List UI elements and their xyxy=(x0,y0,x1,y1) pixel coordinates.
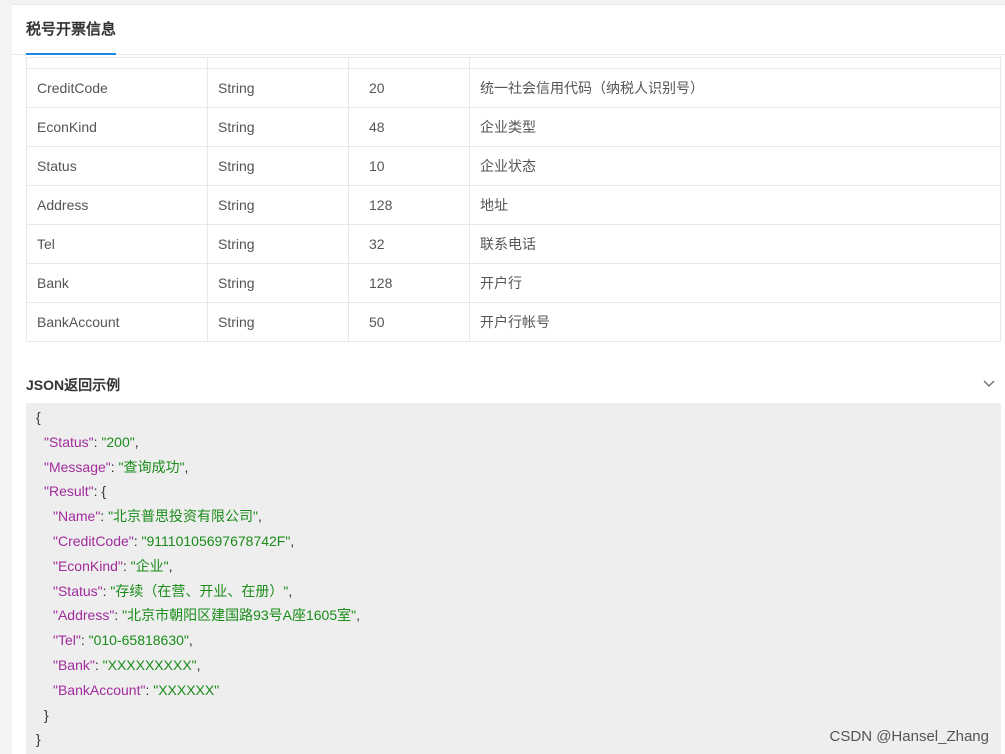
table-row: EconKind String 48 企业类型 xyxy=(26,107,1001,147)
field-desc-cell: 开户行帐号 xyxy=(469,302,1001,342)
code-line: "EconKind": "企业", xyxy=(53,557,173,574)
field-length-cell: 128 xyxy=(348,185,470,225)
field-desc-cell: 统一社会信用代码（纳税人识别号） xyxy=(469,68,1001,108)
field-type-cell: String xyxy=(207,263,349,303)
field-name-cell: Tel xyxy=(26,224,208,264)
json-key: "Result" xyxy=(44,483,94,500)
json-key: "EconKind" xyxy=(53,557,123,574)
field-desc-cell: 开户行 xyxy=(469,263,1001,303)
json-value: "存续（在营、开业、在册）" xyxy=(110,582,289,599)
table-row: BankAccount String 50 开户行帐号 xyxy=(26,302,1001,342)
code-line: "CreditCode": "91110105697678742F", xyxy=(53,532,295,549)
field-length-cell: 10 xyxy=(348,146,470,186)
json-value: "200" xyxy=(101,433,135,450)
field-desc-cell: 地址 xyxy=(469,185,1001,225)
json-key: "Name" xyxy=(53,508,101,525)
field-name-cell: Bank xyxy=(26,263,208,303)
field-table: CreditCode String 20 统一社会信用代码（纳税人识别号） EconKi… xyxy=(26,57,1001,342)
table-row: Tel String 32 联系电话 xyxy=(26,224,1001,264)
section-title: JSON返回示例 xyxy=(26,377,121,393)
table-row: Bank String 128 开户行 xyxy=(26,263,1001,303)
field-type-cell: String xyxy=(207,146,349,186)
code-line: } xyxy=(44,706,49,723)
table-row: Status String 10 企业状态 xyxy=(26,146,1001,186)
json-value: "北京普思投资有限公司" xyxy=(108,508,259,525)
table-row: CreditCode String 20 统一社会信用代码（纳税人识别号） xyxy=(26,68,1001,108)
code-line: "Result": { xyxy=(44,483,107,500)
code-line: "Message": "查询成功", xyxy=(44,458,189,475)
field-length-cell: 50 xyxy=(348,302,470,342)
json-key: "Status" xyxy=(53,582,103,599)
content-panel: 税号开票信息 CreditCode String 20 统一社会信用代码（纳税人识别号… xyxy=(12,4,1005,754)
field-desc-cell: 企业状态 xyxy=(469,146,1001,186)
code-line: "Bank": "XXXXXXXXX", xyxy=(53,656,201,673)
json-key: "Status" xyxy=(44,433,94,450)
field-name-cell: Address xyxy=(26,185,208,225)
field-length-cell: 48 xyxy=(348,107,470,147)
field-name-cell: BankAccount xyxy=(26,302,208,342)
json-key: "Tel" xyxy=(53,632,81,649)
watermark: CSDN @Hansel_Zhang xyxy=(829,728,989,745)
json-key: "Message" xyxy=(44,458,111,475)
chevron-down-icon[interactable] xyxy=(981,375,997,391)
json-key: "Bank" xyxy=(53,656,95,673)
json-value: "XXXXXXXXX" xyxy=(102,656,197,673)
code-line: "Status": "存续（在营、开业、在册）", xyxy=(53,582,293,599)
tab-invoice-info[interactable]: 税号开票信息 xyxy=(26,5,116,55)
table-row-stub xyxy=(26,57,1001,69)
field-name-cell: EconKind xyxy=(26,107,208,147)
json-section-header[interactable]: JSON返回示例 xyxy=(26,369,1001,399)
table-row: Address String 128 地址 xyxy=(26,185,1001,225)
field-length-cell: 128 xyxy=(348,263,470,303)
field-type-cell: String xyxy=(207,302,349,342)
field-desc-cell: 企业类型 xyxy=(469,107,1001,147)
field-length-cell: 20 xyxy=(348,68,470,108)
field-name-cell: Status xyxy=(26,146,208,186)
json-value: "查询成功" xyxy=(118,458,185,475)
field-desc-cell: 联系电话 xyxy=(469,224,1001,264)
json-key: "BankAccount" xyxy=(53,681,146,698)
json-value: "91110105697678742F" xyxy=(141,532,291,549)
field-type-cell: String xyxy=(207,224,349,264)
code-line: "Tel": "010-65818630", xyxy=(53,632,193,649)
json-value: "010-65818630" xyxy=(88,632,189,649)
code-line: { xyxy=(36,409,41,425)
json-key: "CreditCode" xyxy=(53,532,134,549)
field-type-cell: String xyxy=(207,185,349,225)
field-type-cell: String xyxy=(207,68,349,108)
code-line: "BankAccount": "XXXXXX" xyxy=(53,681,220,698)
code-line: "Status": "200", xyxy=(44,433,139,450)
field-length-cell: 32 xyxy=(348,224,470,264)
code-line: "Name": "北京普思投资有限公司", xyxy=(53,508,262,525)
code-line: "Address": "北京市朝阳区建国路93号A座1605室", xyxy=(53,607,360,624)
json-code-block: {"Status": "200", "Message": "查询成功", "Resu… xyxy=(26,403,1001,754)
json-value: "北京市朝阳区建国路93号A座1605室" xyxy=(122,607,357,624)
json-value: "企业" xyxy=(130,557,169,574)
json-key: "Address" xyxy=(53,607,115,624)
field-name-cell: CreditCode xyxy=(26,68,208,108)
json-value: "XXXXXX" xyxy=(153,681,220,698)
field-type-cell: String xyxy=(207,107,349,147)
tab-bar: 税号开票信息 xyxy=(12,5,1005,55)
